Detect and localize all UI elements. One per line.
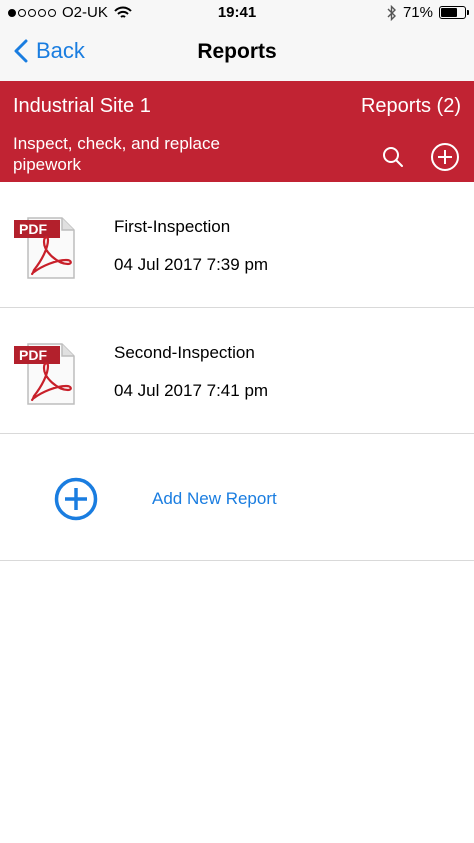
site-description: Inspect, check, and replace pipework	[13, 134, 220, 174]
battery-percent: 71%	[402, 4, 433, 21]
report-date: 04 Jul 2017 7:39 pm	[114, 255, 269, 274]
report-name: Second-Inspection	[114, 343, 255, 362]
search-icon[interactable]	[382, 146, 404, 168]
report-name: First-Inspection	[114, 217, 231, 236]
battery-fill	[441, 8, 458, 17]
site-name: Industrial Site 1	[13, 95, 151, 117]
reports-count: Reports (2)	[360, 95, 461, 117]
navigation-bar: Back Reports	[0, 26, 474, 81]
pdf-file-icon: PDF	[14, 217, 75, 279]
add-new-report-label: Add New Report	[152, 489, 277, 508]
page-title: Reports	[197, 40, 277, 63]
battery-icon	[439, 6, 469, 19]
bluetooth-icon	[387, 4, 396, 21]
add-circle-icon	[54, 477, 98, 521]
svg-text:PDF: PDF	[19, 221, 47, 237]
add-new-report-button[interactable]: Add New Report	[0, 434, 474, 561]
report-row-first-inspection[interactable]: PDF First-Inspection 04 Jul 2017 7:39 pm	[0, 182, 474, 308]
status-bar: O2-UK 19:41 71%	[0, 0, 474, 26]
status-right: 71%	[387, 4, 469, 21]
pdf-file-icon: PDF	[14, 343, 75, 405]
add-circle-icon[interactable]	[430, 142, 460, 172]
report-row-second-inspection[interactable]: PDF Second-Inspection 04 Jul 2017 7:41 p…	[0, 308, 474, 434]
svg-text:PDF: PDF	[19, 347, 47, 363]
report-date: 04 Jul 2017 7:41 pm	[114, 381, 269, 400]
